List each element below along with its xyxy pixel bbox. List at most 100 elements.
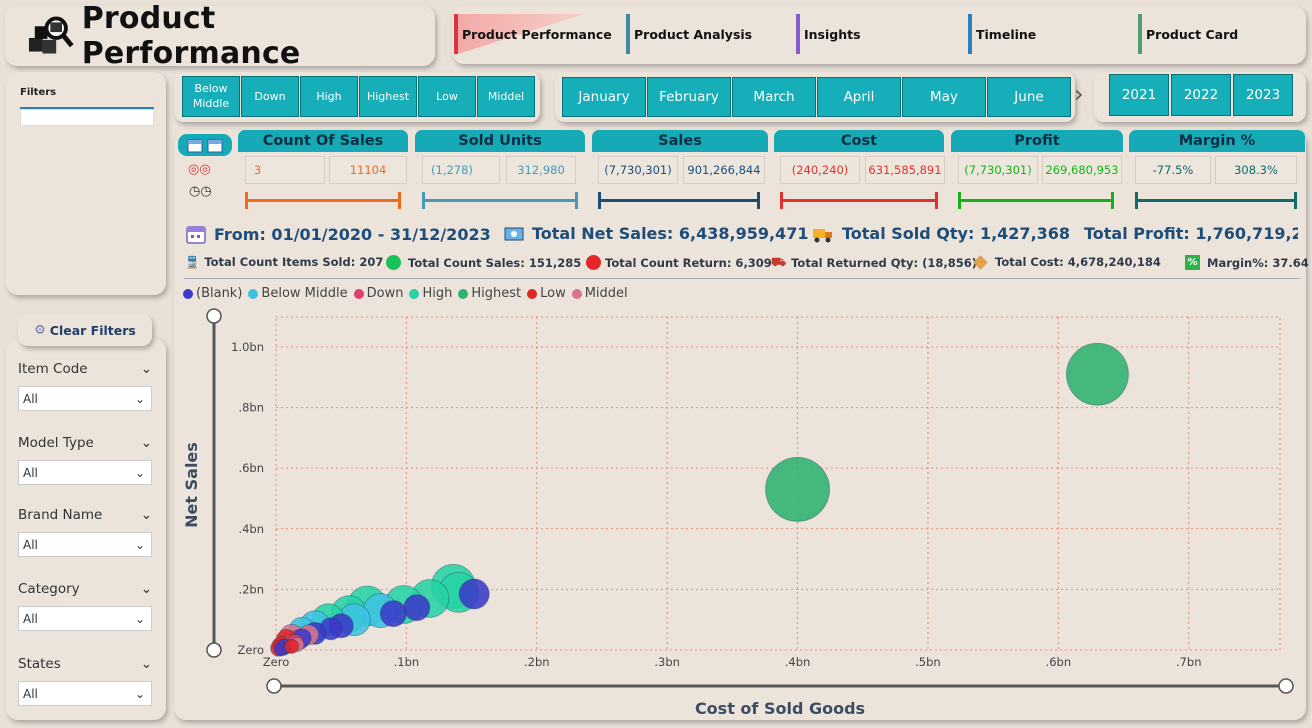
- nav-label: Product Performance: [462, 26, 612, 42]
- slicer-label: Item Code: [18, 361, 88, 377]
- clear-filters-button[interactable]: ⚙ Clear Filters: [18, 314, 152, 346]
- segment-button-low[interactable]: Low: [418, 76, 476, 117]
- legend-dot: [409, 288, 420, 299]
- legend-dot: [571, 288, 582, 299]
- title-card: Product Performance: [5, 1, 435, 71]
- category-dropdown[interactable]: All ⌄: [18, 606, 152, 631]
- truck-icon: [813, 228, 832, 242]
- month-button-march[interactable]: March: [732, 77, 816, 117]
- red-dot-icon: [586, 255, 601, 270]
- nav-label: Insights: [804, 26, 861, 42]
- kpi-range-bar-profit: [958, 192, 1114, 209]
- chevron-down-icon: ⌄: [134, 465, 145, 480]
- kpi-max-profit: 269,680,953: [1042, 156, 1122, 184]
- page-title: Product Performance: [81, 1, 301, 71]
- chevron-right-icon[interactable]: ›: [1074, 80, 1084, 108]
- legend-dot: [458, 288, 469, 299]
- legend-label: Highest: [471, 286, 522, 301]
- clear-filters-label: Clear Filters: [49, 322, 136, 338]
- legend-label: Middel: [584, 286, 628, 301]
- date-range: From: 01/01/2020 - 31/12/2023: [186, 224, 491, 244]
- kpi-range-bar-sales: [598, 192, 760, 209]
- nav-product-analysis[interactable]: Product Analysis: [626, 14, 752, 54]
- kpi-max-sales: 901,266,844: [683, 156, 765, 184]
- date-toggle[interactable]: [178, 134, 232, 156]
- nav-label: Product Analysis: [634, 26, 753, 42]
- segment-button-high[interactable]: High: [300, 76, 358, 117]
- dropdown-value: All: [23, 611, 38, 626]
- legend-label: Down: [366, 286, 404, 301]
- segment-button-middel[interactable]: Middel: [477, 76, 535, 117]
- nav-insights[interactable]: Insights: [796, 14, 861, 54]
- calendar-icon: [187, 139, 203, 153]
- segment-button-below-middle[interactable]: Below Middle: [182, 76, 240, 117]
- legend-item[interactable]: (Blank): [183, 286, 242, 301]
- gear-icon: ⚙: [34, 322, 46, 338]
- box-icon: [973, 254, 988, 270]
- product-search-icon: [28, 16, 74, 54]
- year-button-2021[interactable]: 2021: [1109, 74, 1169, 116]
- segment-button-down[interactable]: Down: [241, 76, 299, 117]
- nav-product-card[interactable]: Product Card: [1138, 14, 1238, 54]
- brand-name-dropdown[interactable]: All ⌄: [18, 532, 152, 557]
- dropdown-value: All: [23, 686, 38, 701]
- nav-accent-bar: [1138, 14, 1142, 54]
- dropdown-value: All: [23, 391, 38, 406]
- total-count-items-sold: 🚆 Total Count Items Sold: 207: [185, 255, 383, 269]
- chevron-down-icon[interactable]: ⌄: [141, 507, 152, 523]
- date-range-text: From: 01/01/2020 - 31/12/2023: [214, 224, 491, 244]
- month-button-january[interactable]: January: [562, 77, 646, 117]
- page-navigation: Product Performance Product Analysis Ins…: [452, 6, 1306, 64]
- nav-label: Timeline: [976, 26, 1037, 42]
- chevron-down-icon[interactable]: ⌄: [141, 435, 152, 451]
- legend-item[interactable]: High: [409, 286, 452, 301]
- total-net-sales: Total Net Sales: 6,438,959,471: [504, 224, 808, 243]
- legend-dot: [353, 288, 364, 299]
- filters-input[interactable]: [20, 109, 154, 126]
- total-profit-text: Total Profit: 1,760,719,2...: [1084, 224, 1298, 243]
- kpi-range-bar-cost: [780, 192, 938, 209]
- nav-label: Product Card: [1146, 26, 1239, 42]
- kpi-range-bar-sold-units: [422, 192, 578, 209]
- kpi-min-cost: (240,240): [780, 156, 860, 184]
- segment-button-highest[interactable]: Highest: [359, 76, 417, 117]
- slicer-label: Category: [18, 581, 80, 597]
- legend-item[interactable]: Low: [527, 286, 566, 301]
- total-sold-qty-text: Total Sold Qty: 1,427,368: [842, 224, 1071, 243]
- kpi-min-margin: -77.5%: [1135, 156, 1211, 184]
- year-buttons-card: 2021 2022 2023: [1094, 72, 1306, 122]
- kpi-range-bar-margin: [1135, 192, 1297, 209]
- kpi-min-sold-units: (1,278): [422, 156, 500, 184]
- item-code-dropdown[interactable]: All ⌄: [18, 386, 152, 411]
- total-count-return: Total Count Return: 6,309: [586, 255, 772, 270]
- filters-label: Filters: [20, 87, 57, 98]
- total-count-items-sold-text: Total Count Items Sold: 207: [204, 255, 384, 269]
- legend-item[interactable]: Highest: [458, 286, 521, 301]
- money-icon: [504, 227, 524, 240]
- month-button-april[interactable]: April: [817, 77, 901, 117]
- slicer-item-code: Item Code ⌄ All ⌄: [18, 361, 152, 411]
- nav-product-performance[interactable]: Product Performance: [454, 14, 612, 54]
- month-button-june[interactable]: June: [987, 77, 1071, 117]
- legend-item[interactable]: Down: [353, 286, 404, 301]
- legend-item[interactable]: Below Middle: [248, 286, 348, 301]
- slicer-label: Brand Name: [18, 507, 103, 523]
- year-button-2023[interactable]: 2023: [1233, 74, 1293, 116]
- nav-timeline[interactable]: Timeline: [968, 14, 1036, 54]
- month-button-february[interactable]: February: [647, 77, 731, 117]
- margin-percent-text: Margin%: 37.64 %: [1207, 255, 1312, 270]
- total-net-sales-text: Total Net Sales: 6,438,959,471: [532, 224, 809, 243]
- legend-dot: [248, 288, 259, 299]
- kpi-header-margin: Margin %: [1129, 130, 1305, 152]
- model-type-dropdown[interactable]: All ⌄: [18, 460, 152, 485]
- chevron-down-icon[interactable]: ⌄: [141, 361, 152, 377]
- year-button-2022[interactable]: 2022: [1171, 74, 1231, 116]
- states-dropdown[interactable]: All ⌄: [18, 681, 152, 706]
- legend-item[interactable]: Middel: [571, 286, 628, 301]
- calendar-icon: [207, 139, 223, 153]
- chevron-down-icon[interactable]: ⌄: [141, 656, 152, 672]
- month-button-may[interactable]: May: [902, 77, 986, 117]
- chevron-down-icon[interactable]: ⌄: [141, 581, 152, 597]
- total-count-sales: Total Count Sales: 151,285: [386, 255, 581, 270]
- legend-label: High: [422, 286, 453, 301]
